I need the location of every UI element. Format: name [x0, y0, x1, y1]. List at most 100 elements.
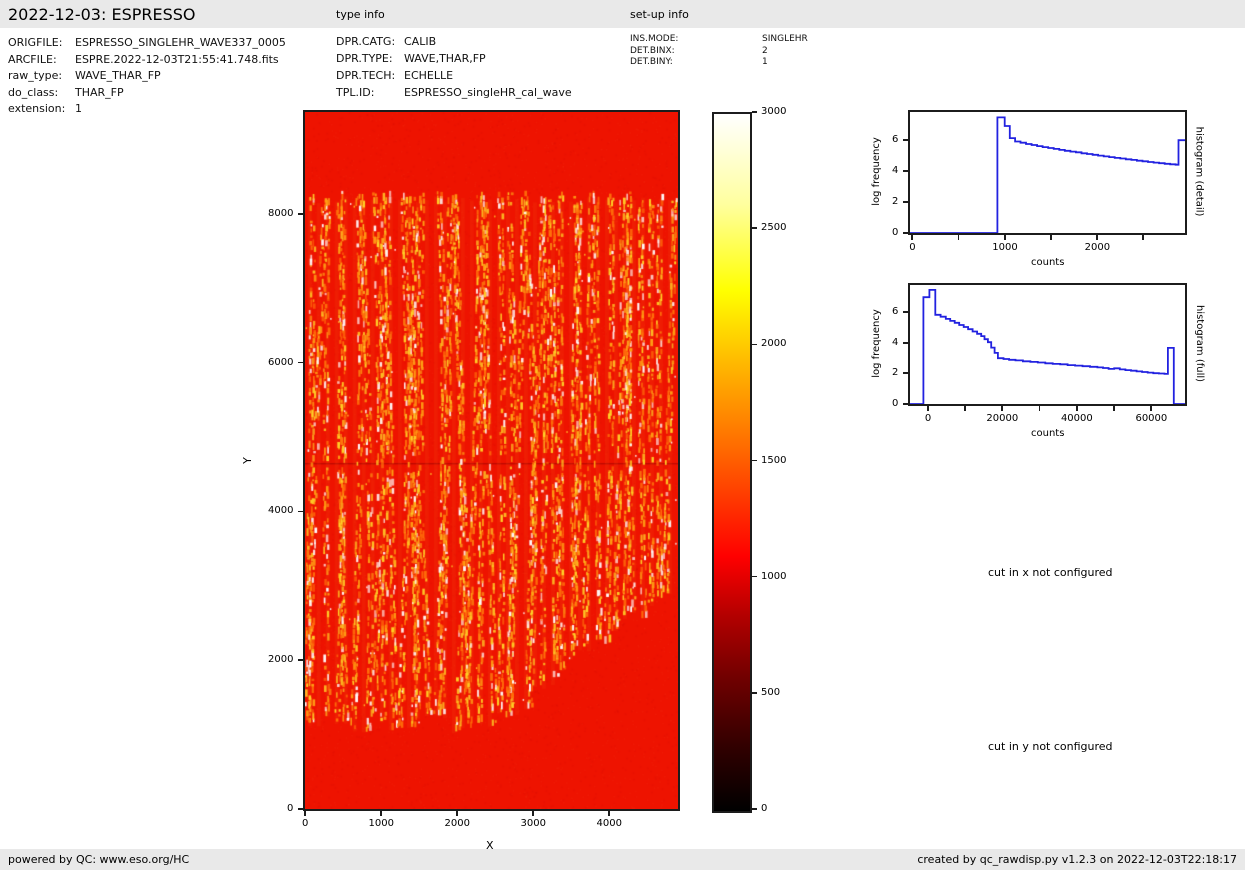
colorbar-tick-mark	[752, 111, 757, 113]
colorbar-tick-label: 2000	[761, 338, 786, 349]
info-value: ESPRESSO_singleHR_cal_wave	[404, 86, 572, 99]
histogram-full-x-tick	[927, 406, 929, 411]
histogram-detail-y-tick	[903, 201, 908, 203]
footer-right-text: created by qc_rawdisp.py v1.2.3 on 2022-…	[917, 853, 1237, 866]
histogram-detail-x-tick	[911, 235, 913, 240]
info-label: ARCFILE:	[8, 53, 57, 66]
histogram-full-x-tick	[1039, 406, 1041, 411]
histogram-full-y-tick-label: 4	[892, 337, 898, 348]
info-label: raw_type:	[8, 69, 62, 82]
info-value: WAVE,THAR,FP	[404, 52, 486, 65]
info-value: 1	[75, 102, 82, 115]
histogram-detail-x-tick	[1004, 235, 1006, 240]
histogram-detail-x-tick	[1142, 235, 1144, 240]
histogram-detail-y-tick	[903, 170, 908, 172]
histogram-full-y-tick-label: 6	[892, 306, 898, 317]
qc-report-page: 2022-12-03: ESPRESSO type info set-up in…	[0, 0, 1245, 870]
info-value: ESPRE.2022-12-03T21:55:41.748.fits	[75, 53, 279, 66]
info-value: WAVE_THAR_FP	[75, 69, 161, 82]
histogram-detail-y-tick-label: 6	[892, 134, 898, 145]
histogram-detail-x-tick-label: 2000	[1085, 242, 1110, 253]
histogram-detail-y-tick-label: 0	[892, 227, 898, 238]
type-info-heading: type info	[336, 8, 385, 21]
x-tick-mark	[532, 811, 534, 816]
info-label: DET.BINY:	[630, 57, 673, 67]
y-tick-label: 4000	[268, 505, 293, 516]
histogram-full-x-tick	[1076, 406, 1078, 411]
info-value: THAR_FP	[75, 86, 124, 99]
histogram-full-x-tick	[964, 406, 966, 411]
colorbar-tick-label: 2500	[761, 222, 786, 233]
info-label: DPR.TYPE:	[336, 52, 393, 65]
y-tick-label: 0	[287, 803, 293, 814]
histogram-detail-x-tick	[1050, 235, 1052, 240]
info-value: ESPRESSO_SINGLEHR_WAVE337_0005	[75, 36, 286, 49]
histogram-detail-x-tick	[958, 235, 960, 240]
colorbar-tick-mark	[752, 576, 757, 578]
cut-x-note: cut in x not configured	[988, 566, 1113, 579]
header-band: 2022-12-03: ESPRESSO type info set-up in…	[0, 0, 1245, 28]
info-label: DET.BINX:	[630, 46, 675, 56]
histogram-full-x-tick	[1150, 406, 1152, 411]
histogram-full-x-tick	[1001, 406, 1003, 411]
info-value: 2	[762, 46, 768, 56]
x-tick-mark	[304, 811, 306, 816]
colorbar-tick-mark	[752, 808, 757, 810]
info-label: TPL.ID:	[336, 86, 374, 99]
y-tick-mark	[298, 659, 303, 661]
colorbar-tick-label: 1500	[761, 455, 786, 466]
colorbar-tick-mark	[752, 344, 757, 346]
histogram-full-x-tick-label: 0	[925, 413, 931, 424]
histogram-full-xaxis-label: counts	[1031, 428, 1064, 439]
y-tick-label: 6000	[268, 357, 293, 368]
histogram-full-x-tick-label: 20000	[986, 413, 1018, 424]
x-tick-label: 1000	[369, 818, 394, 829]
y-tick-mark	[298, 213, 303, 215]
info-label: DPR.TECH:	[336, 69, 395, 82]
histogram-full-y-tick-label: 0	[892, 398, 898, 409]
colorbar-tick-mark	[752, 460, 757, 462]
colorbar-gradient	[712, 112, 752, 813]
colorbar-tick-label: 3000	[761, 106, 786, 117]
histogram-full-y-tick	[903, 342, 908, 344]
histogram-detail-y-tick-label: 4	[892, 165, 898, 176]
page-title: 2022-12-03: ESPRESSO	[8, 5, 196, 24]
histogram-full-side-label: histogram (full)	[1194, 304, 1205, 381]
histogram-full-line	[910, 285, 1185, 404]
histogram-detail-x-tick	[1096, 235, 1098, 240]
x-tick-label: 2000	[445, 818, 470, 829]
colorbar-tick-label: 0	[761, 803, 767, 814]
histogram-detail-x-tick-label: 0	[909, 242, 915, 253]
info-label: ORIGFILE:	[8, 36, 62, 49]
y-tick-label: 2000	[268, 654, 293, 665]
histogram-detail-line	[910, 112, 1185, 233]
histogram-full-x-tick-label: 60000	[1135, 413, 1167, 424]
histogram-detail-x-tick-label: 1000	[992, 242, 1017, 253]
footer-left-text: powered by QC: www.eso.org/HC	[8, 853, 189, 866]
histogram-full-y-tick	[903, 311, 908, 313]
info-label: extension:	[8, 102, 65, 115]
histogram-full-y-tick-label: 2	[892, 367, 898, 378]
info-label: INS.MODE:	[630, 34, 678, 44]
x-tick-mark	[380, 811, 382, 816]
y-tick-mark	[298, 511, 303, 513]
histogram-full-y-tick	[903, 403, 908, 405]
colorbar-tick-label: 1000	[761, 571, 786, 582]
histogram-detail-side-label: histogram (detail)	[1193, 126, 1204, 216]
colorbar-tick-mark	[752, 692, 757, 694]
info-value: SINGLEHR	[762, 34, 808, 44]
info-value: ECHELLE	[404, 69, 453, 82]
y-tick-mark	[298, 362, 303, 364]
y-tick-mark	[298, 808, 303, 810]
x-tick-mark	[608, 811, 610, 816]
x-tick-label: 3000	[521, 818, 546, 829]
histogram-detail-yaxis-label: log frequency	[870, 137, 881, 206]
info-label: DPR.CATG:	[336, 35, 395, 48]
colorbar-tick-mark	[752, 227, 757, 229]
histogram-full-x-tick	[1113, 406, 1115, 411]
x-tick-label: 0	[302, 818, 308, 829]
histogram-full-yaxis-label: log frequency	[870, 309, 881, 378]
info-value: 1	[762, 57, 768, 67]
info-label: do_class:	[8, 86, 58, 99]
histogram-detail-y-tick-label: 2	[892, 196, 898, 207]
